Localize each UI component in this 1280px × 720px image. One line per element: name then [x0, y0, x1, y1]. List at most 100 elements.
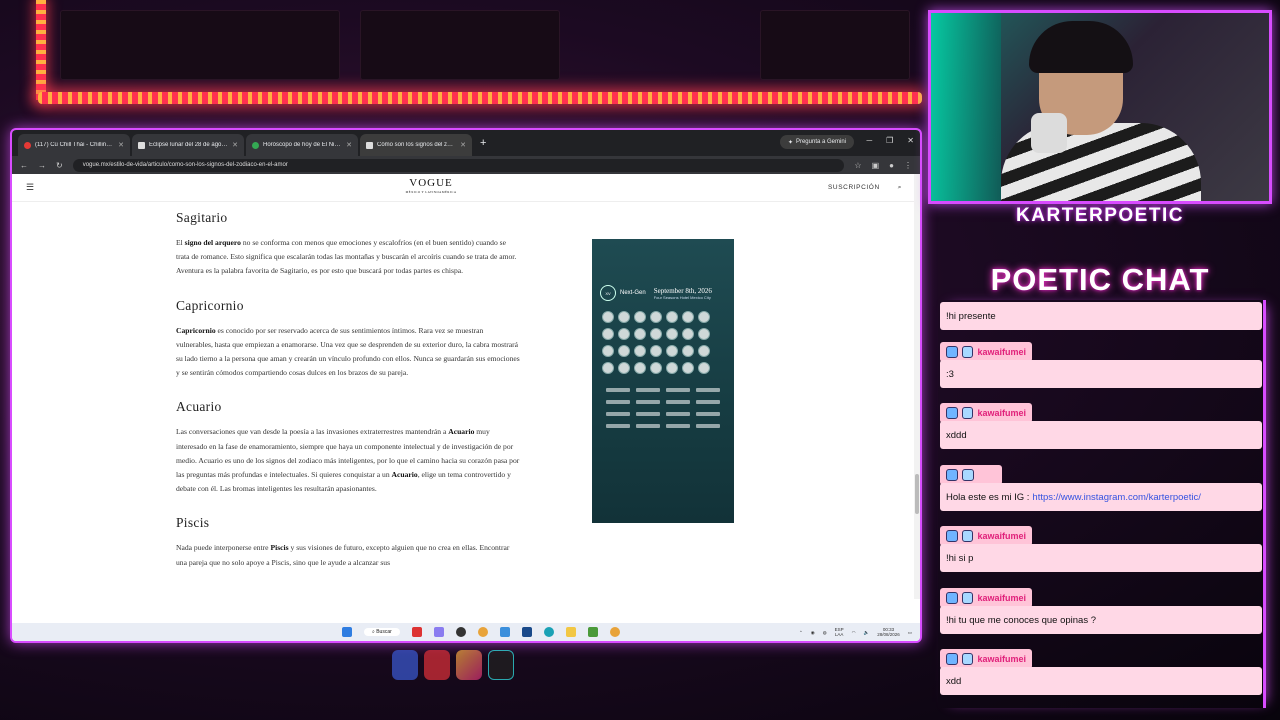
- url-input[interactable]: vogue.mx/estilo-de-vida/articulo/como-so…: [72, 158, 845, 172]
- background-light: [931, 13, 1001, 201]
- section-heading: Piscis: [176, 515, 210, 531]
- tab-bar: (117) Cú Chill Thái - Chillin… ✕ Eclipse…: [12, 130, 920, 156]
- wifi-icon[interactable]: ◠: [852, 630, 856, 635]
- text-run: El: [176, 238, 185, 247]
- app-icon[interactable]: [411, 627, 422, 637]
- chat-message: kawaifumei :3: [940, 342, 1262, 388]
- forward-icon[interactable]: →: [38, 161, 46, 170]
- taskbar-search[interactable]: ⌕ Buscar: [364, 628, 400, 636]
- clock[interactable]: 00:33 28/08/2026: [877, 627, 900, 637]
- extensions-icon[interactable]: ▣: [872, 161, 880, 170]
- new-tab-icon[interactable]: +: [474, 137, 492, 149]
- text-run: es conocido por ser reservado acerca de …: [176, 325, 520, 378]
- section-heading: Sagitario: [176, 210, 228, 225]
- bold-term: signo del arquero: [184, 238, 241, 247]
- ad-venue: Four Seasons Hotel Mexico City: [653, 294, 711, 300]
- lang-sub: LAA: [834, 632, 844, 637]
- tray-icon[interactable]: ◉: [811, 630, 815, 635]
- chat-user-tag: [940, 465, 1002, 485]
- close-icon[interactable]: ✕: [232, 141, 238, 149]
- lang-indicator[interactable]: ESP LAA: [835, 627, 844, 637]
- app-icon[interactable]: [433, 627, 444, 637]
- chat-message-text: xdd: [940, 667, 1262, 695]
- tray-icon[interactable]: ◍: [823, 630, 827, 635]
- back-icon[interactable]: ←: [20, 161, 28, 170]
- speaker-avatar: [650, 362, 662, 374]
- edge-icon[interactable]: [543, 627, 554, 637]
- browser-tab[interactable]: Horóscopo de hoy de El Niño… ✕: [246, 134, 358, 156]
- gemini-button[interactable]: ✦ Pregunta a Gemini: [779, 135, 854, 149]
- browser-tab[interactable]: (117) Cú Chill Thái - Chillin… ✕: [18, 134, 130, 156]
- close-icon[interactable]: ✕: [118, 141, 124, 149]
- speaker-avatar: [682, 311, 694, 323]
- speaker-avatar: [698, 345, 710, 357]
- sponsor-logo: [696, 424, 720, 428]
- folder-icon[interactable]: [565, 627, 576, 637]
- user-badge-icon: [961, 653, 974, 665]
- instagram-icon: [456, 650, 482, 680]
- close-icon[interactable]: ✕: [346, 141, 352, 149]
- obs-icon[interactable]: [455, 627, 466, 637]
- room-shelf: [60, 10, 340, 80]
- led-strip: [38, 92, 922, 104]
- logo-subtitle: MÉXICO Y LATINOAMÉRICA: [405, 189, 457, 194]
- webcam-feed: [928, 10, 1272, 204]
- user-badge-icon: [961, 407, 974, 419]
- section-paragraph: Nada puede interponerse entre Piscis y s…: [176, 541, 521, 569]
- profile-icon[interactable]: ●: [889, 161, 894, 170]
- scrollbar-thumb[interactable]: [915, 474, 919, 514]
- browser-tab[interactable]: Eclipse lunar del 28 de agosto… ✕: [132, 134, 244, 156]
- speaker-avatar: [618, 311, 630, 323]
- reload-icon[interactable]: ↻: [56, 161, 63, 170]
- sponsor-logo: [606, 400, 630, 404]
- chevron-up-icon[interactable]: ⌃: [799, 630, 803, 635]
- sponsor-logo: [666, 412, 690, 416]
- instagram-link[interactable]: https://www.instagram.com/karterpoetic/: [1032, 492, 1200, 503]
- vogue-logo[interactable]: VOGUE MÉXICO Y LATINOAMÉRICA: [405, 177, 457, 197]
- chat-message-text: :3: [940, 360, 1262, 388]
- youtube-favicon-icon: [24, 141, 31, 149]
- subscribe-link[interactable]: SUSCRIPCIÓN: [828, 184, 880, 191]
- browser-tab-active[interactable]: Cómo son los signos del zodia… ✕: [360, 134, 472, 156]
- sponsor-logo: [636, 400, 660, 404]
- volume-icon[interactable]: 🔈: [864, 630, 870, 635]
- windows-start-icon[interactable]: [342, 627, 352, 637]
- speaker-avatar: [682, 362, 694, 374]
- app-icon[interactable]: [587, 627, 598, 637]
- store-icon[interactable]: [521, 627, 532, 637]
- ad-text: Next-Gen: [620, 290, 646, 296]
- notifications-icon[interactable]: ▭: [908, 630, 912, 635]
- minimize-icon[interactable]: ─: [866, 136, 872, 145]
- star-icon[interactable]: ☆: [854, 161, 861, 170]
- sponsor-logo: [666, 388, 690, 392]
- menu-icon[interactable]: ⋮: [904, 161, 912, 170]
- chrome-icon[interactable]: [609, 627, 620, 637]
- chat-message-text: !hi tu que me conoces que opinas ?: [940, 606, 1262, 634]
- speaker-avatar: [602, 328, 614, 340]
- chat-message-text: !hi si p: [940, 544, 1262, 572]
- window-controls: ─ ❐ ✕: [866, 136, 914, 145]
- close-window-icon[interactable]: ✕: [907, 136, 914, 145]
- chat-message-text: !hi presente: [940, 302, 1262, 330]
- app-icon[interactable]: [499, 627, 510, 637]
- speaker-avatar: [634, 311, 646, 323]
- speaker-avatar: [666, 311, 678, 323]
- search-icon[interactable]: ⌕: [898, 184, 902, 192]
- system-tray: ⌃ ◉ ◍ ESP LAA ◠ 🔈 00:33 28/08/2026 ▭: [799, 627, 912, 637]
- speaker-avatar: [682, 328, 694, 340]
- ad-badge-icon: XV: [600, 285, 616, 301]
- chat-message: Hola este es mi IG : https://www.instagr…: [940, 465, 1262, 511]
- page-scrollbar[interactable]: [914, 174, 920, 599]
- section-paragraph: El signo del arquero no se conforma con …: [176, 236, 521, 279]
- search-label: Buscar: [376, 629, 392, 635]
- windows-taskbar: ⌕ Buscar ⌃ ◉ ◍ ESP LAA ◠ 🔈 00:33 28/08/202…: [12, 623, 920, 641]
- speaker-avatar: [666, 328, 678, 340]
- hamburger-menu-icon[interactable]: ☰: [26, 182, 34, 193]
- chat-message-text: xddd: [940, 421, 1262, 449]
- advertisement-banner[interactable]: XV Next-Gen September 8th, 2026 Four Sea…: [592, 239, 734, 523]
- close-icon[interactable]: ✕: [460, 141, 466, 149]
- text-run: Nada puede interponerse entre: [176, 543, 271, 553]
- restore-icon[interactable]: ❐: [886, 136, 893, 145]
- chrome-icon[interactable]: [477, 627, 488, 637]
- sponsor-logo: [666, 400, 690, 404]
